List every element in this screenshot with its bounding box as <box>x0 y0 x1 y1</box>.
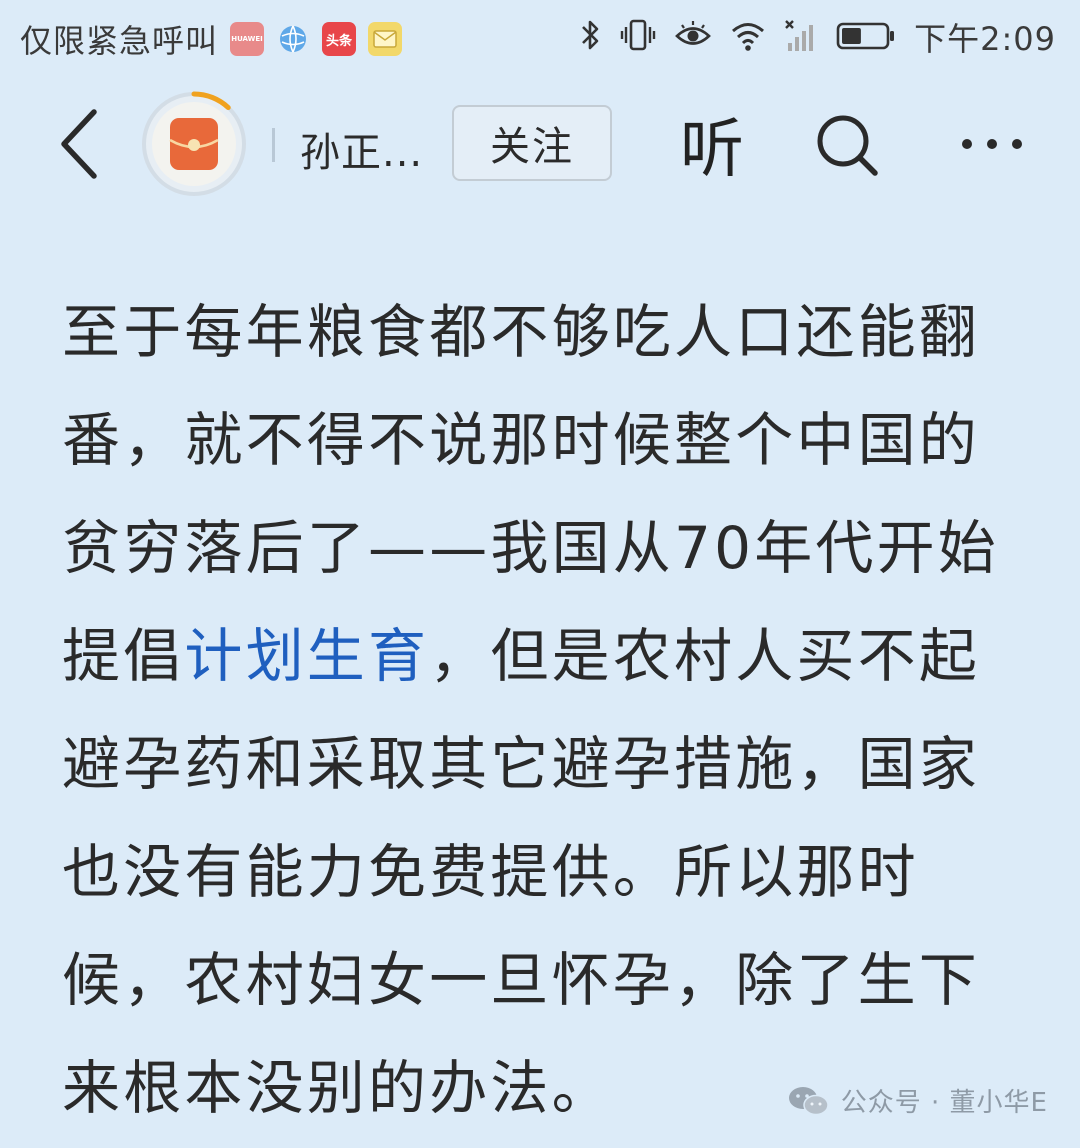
bluetooth-icon <box>578 17 602 57</box>
article-line: 番，就不得不说那时候整个中国的 <box>62 406 981 474</box>
article-line: 至于每年粮食都不够吃人口还能翻 <box>62 298 981 366</box>
vibrate-icon <box>620 17 656 57</box>
article-nav-bar: 孙正... 关注 听 <box>0 86 1080 202</box>
globe-icon <box>276 22 310 56</box>
wifi-icon <box>730 17 766 57</box>
article-line: 也没有能力免费提供。所以那时 <box>62 838 919 906</box>
wechat-icon <box>788 1086 829 1115</box>
no-signal-icon <box>784 17 818 57</box>
more-horizontal-icon <box>962 139 1022 149</box>
chevron-left-icon <box>61 109 97 179</box>
family-planning-link[interactable]: 计划生育 <box>184 622 429 690</box>
back-button[interactable] <box>44 104 114 184</box>
eye-comfort-icon <box>674 17 712 57</box>
watermark-text: 公众号 · 董小华E <box>840 1088 1048 1118</box>
battery-icon <box>836 17 896 57</box>
huawei-badge-label: HUAWEI <box>231 35 263 43</box>
nav-divider <box>272 128 275 162</box>
article-line: 候，农村妇女一旦怀孕，除了生下 <box>62 946 981 1014</box>
article-text: 提倡 <box>62 622 185 690</box>
author-name[interactable]: 孙正... <box>300 120 423 178</box>
article-line: 提倡计划生育，但是农村人买不起 <box>62 602 1032 710</box>
mail-icon <box>368 22 403 56</box>
status-bar: 仅限紧急呼叫 HUAWEI 头条 下午2:09 <box>0 0 1080 76</box>
more-button[interactable] <box>950 112 1034 176</box>
status-left: 仅限紧急呼叫 HUAWEI 头条 <box>20 16 403 62</box>
search-icon <box>817 115 878 176</box>
search-button[interactable] <box>806 104 890 188</box>
huawei-store-icon: HUAWEI <box>230 22 265 56</box>
clock: 下午2:09 <box>914 20 1056 58</box>
toutiao-badge-label: 头条 <box>326 33 353 49</box>
toutiao-icon: 头条 <box>322 22 357 56</box>
article-body: 至于每年粮食都不够吃人口还能翻 番，就不得不说那时候整个中国的 贫穷落后了——我… <box>62 278 1032 1142</box>
article-line: 贫穷落后了——我国从70年代开始 <box>62 514 1000 582</box>
listen-button[interactable]: 听 <box>672 102 752 187</box>
follow-button[interactable]: 关注 <box>452 105 612 181</box>
article-line: 避孕药和采取其它避孕措施，国家 <box>62 730 981 798</box>
author-avatar[interactable] <box>140 90 248 198</box>
avatar-progress-ring <box>142 91 246 196</box>
carrier-text: 仅限紧急呼叫 <box>20 22 219 60</box>
status-right: 下午2:09 <box>578 14 1056 60</box>
watermark: 公众号 · 董小华E <box>787 1082 1048 1119</box>
article-text: ，但是农村人买不起 <box>429 622 981 690</box>
